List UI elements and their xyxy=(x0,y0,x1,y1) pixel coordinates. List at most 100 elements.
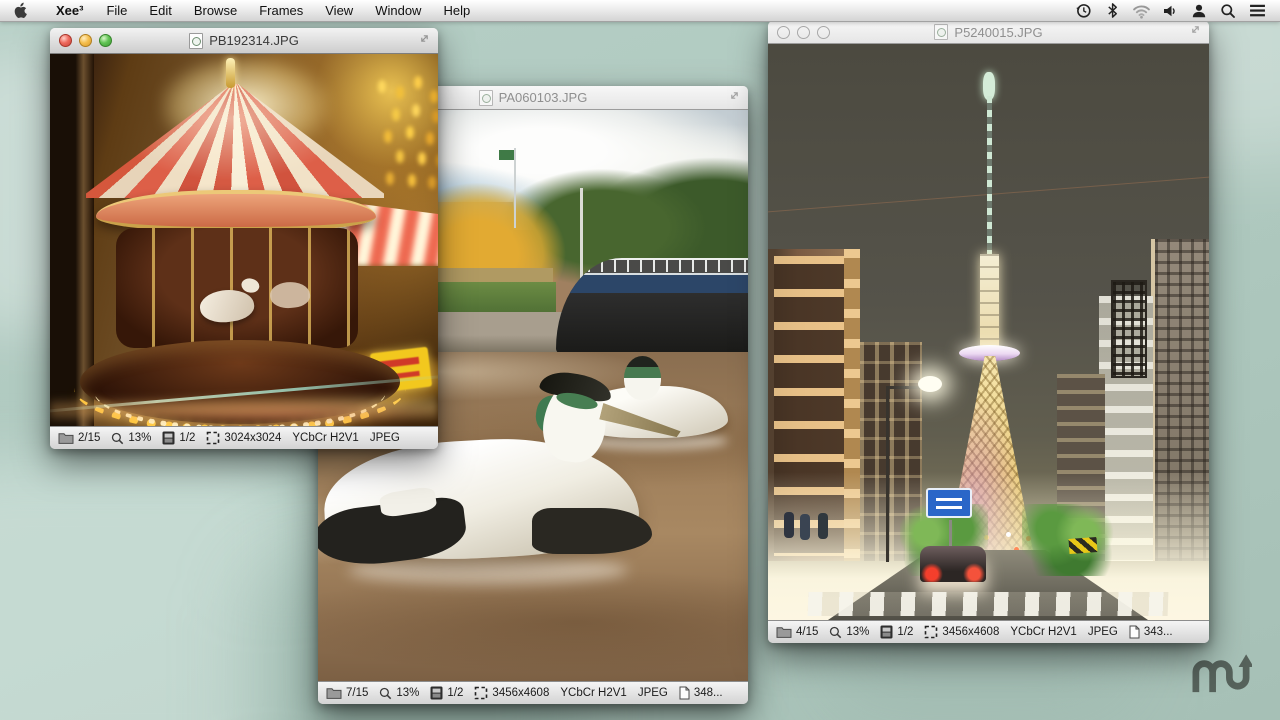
document-icon xyxy=(934,24,948,40)
document-icon xyxy=(479,90,493,106)
menu-browse[interactable]: Browse xyxy=(183,3,248,18)
user-switch-icon[interactable] xyxy=(1188,0,1210,22)
bokeh-lights xyxy=(378,80,386,93)
menu-file[interactable]: File xyxy=(95,3,138,18)
menu-window[interactable]: Window xyxy=(364,3,432,18)
window-pb192314: PB192314.JPG xyxy=(50,28,438,449)
carousel-finial xyxy=(226,58,235,88)
page-icon xyxy=(679,686,690,700)
crosswalk xyxy=(808,592,1169,616)
frame-counter: 1/2 xyxy=(430,686,463,700)
background-blob xyxy=(0,460,290,720)
shelf-reflections xyxy=(50,394,438,426)
notification-list-icon[interactable] xyxy=(1246,0,1268,22)
menu-frames[interactable]: Frames xyxy=(248,3,314,18)
folder-icon xyxy=(776,626,792,638)
image-dimensions: 3024x3024 xyxy=(206,431,281,445)
menu-bar: Xee³ File Edit Browse Frames View Window… xyxy=(0,0,1280,22)
page-icon xyxy=(1129,625,1140,639)
zoom-level: 13% xyxy=(111,432,151,445)
actual-size-icon xyxy=(206,431,220,445)
file-size: 343... xyxy=(1129,625,1173,639)
actual-size-icon xyxy=(924,625,938,639)
status-bar: 4/15 13% 1/2 3456x4608 YCbCr H2V1 JPEG 3… xyxy=(768,620,1209,643)
expand-arrows-icon[interactable] xyxy=(418,32,431,50)
car-with-taillights xyxy=(920,546,986,582)
frame-counter: 1/2 xyxy=(162,431,195,445)
apple-icon xyxy=(14,2,28,19)
frame-counter: 1/2 xyxy=(880,625,913,639)
status-bar: 2/15 13% 1/2 3024x3024 YCbCr H2V1 JPEG xyxy=(50,426,438,449)
magnifier-icon xyxy=(829,626,842,639)
color-space: YCbCr H2V1 xyxy=(292,432,358,444)
zoom-level: 13% xyxy=(829,626,869,639)
carousel-band xyxy=(96,190,376,232)
menu-edit[interactable]: Edit xyxy=(138,3,182,18)
bluetooth-icon[interactable] xyxy=(1101,0,1123,22)
menu-help[interactable]: Help xyxy=(432,3,481,18)
minimize-button[interactable] xyxy=(797,26,810,39)
file-position: 4/15 xyxy=(776,626,818,638)
menu-bar-status-items xyxy=(1072,0,1280,21)
ship-blue-stripe xyxy=(568,273,748,293)
volume-icon[interactable] xyxy=(1159,0,1181,22)
window-controls xyxy=(777,21,830,43)
streetlight-pole xyxy=(886,386,889,562)
time-machine-icon[interactable] xyxy=(1072,0,1094,22)
file-position: 2/15 xyxy=(58,432,100,444)
magnifier-icon xyxy=(111,432,124,445)
macupdate-logo xyxy=(1190,647,1252,702)
window-title: PB192314.JPG xyxy=(189,33,299,49)
folder-icon xyxy=(326,687,342,699)
titlebar[interactable]: P5240015.JPG xyxy=(768,21,1209,44)
image-dimensions: 3456x4608 xyxy=(924,625,999,639)
film-frame-icon xyxy=(430,686,443,700)
flag-pole xyxy=(514,148,516,228)
title-text: PA060103.JPG xyxy=(499,90,588,105)
duck-near-breast xyxy=(532,508,652,554)
color-space: YCbCr H2V1 xyxy=(560,687,626,699)
streetlight-lamp xyxy=(918,376,942,392)
desktop: Xee³ File Edit Browse Frames View Window… xyxy=(0,0,1280,720)
color-space: YCbCr H2V1 xyxy=(1010,626,1076,638)
menu-view[interactable]: View xyxy=(314,3,364,18)
ship-hull xyxy=(556,258,748,354)
file-position: 7/15 xyxy=(326,687,368,699)
photo-skytree-night[interactable] xyxy=(768,44,1209,620)
pedestrians xyxy=(784,512,794,538)
zoom-button[interactable] xyxy=(817,26,830,39)
file-format: JPEG xyxy=(638,687,668,699)
window-title: PA060103.JPG xyxy=(479,90,588,106)
zoom-level: 13% xyxy=(379,687,419,700)
carousel-horses-area xyxy=(116,228,358,348)
spotlight-search-icon[interactable] xyxy=(1217,0,1239,22)
window-p5240015: P5240015.JPG xyxy=(768,21,1209,643)
film-frame-icon xyxy=(162,431,175,445)
expand-arrows-icon[interactable] xyxy=(1189,23,1202,41)
window-controls xyxy=(59,28,112,53)
file-format: JPEG xyxy=(370,432,400,444)
skytree-antenna xyxy=(987,96,992,258)
hazard-stripe-sign xyxy=(1069,537,1098,554)
close-button[interactable] xyxy=(777,26,790,39)
road-sign-blue xyxy=(926,488,972,518)
close-button[interactable] xyxy=(59,34,72,47)
title-text: P5240015.JPG xyxy=(954,25,1042,40)
skytree-upper-section xyxy=(980,254,999,350)
document-icon xyxy=(189,33,203,49)
zoom-button[interactable] xyxy=(99,34,112,47)
window-title: P5240015.JPG xyxy=(934,24,1042,40)
expand-arrows-icon[interactable] xyxy=(728,89,741,107)
actual-size-icon xyxy=(474,686,488,700)
wifi-icon[interactable] xyxy=(1130,0,1152,22)
app-menu-xee[interactable]: Xee³ xyxy=(44,3,95,18)
apple-menu[interactable] xyxy=(0,0,44,21)
photo-carousel[interactable] xyxy=(50,54,438,426)
duck-far-head xyxy=(624,356,661,400)
folder-icon xyxy=(58,432,74,444)
status-bar: 7/15 13% 1/2 3456x4608 YCbCr H2V1 JPEG 3… xyxy=(318,681,748,704)
file-size: 348... xyxy=(679,686,723,700)
title-text: PB192314.JPG xyxy=(209,33,299,48)
minimize-button[interactable] xyxy=(79,34,92,47)
titlebar[interactable]: PB192314.JPG xyxy=(50,28,438,54)
